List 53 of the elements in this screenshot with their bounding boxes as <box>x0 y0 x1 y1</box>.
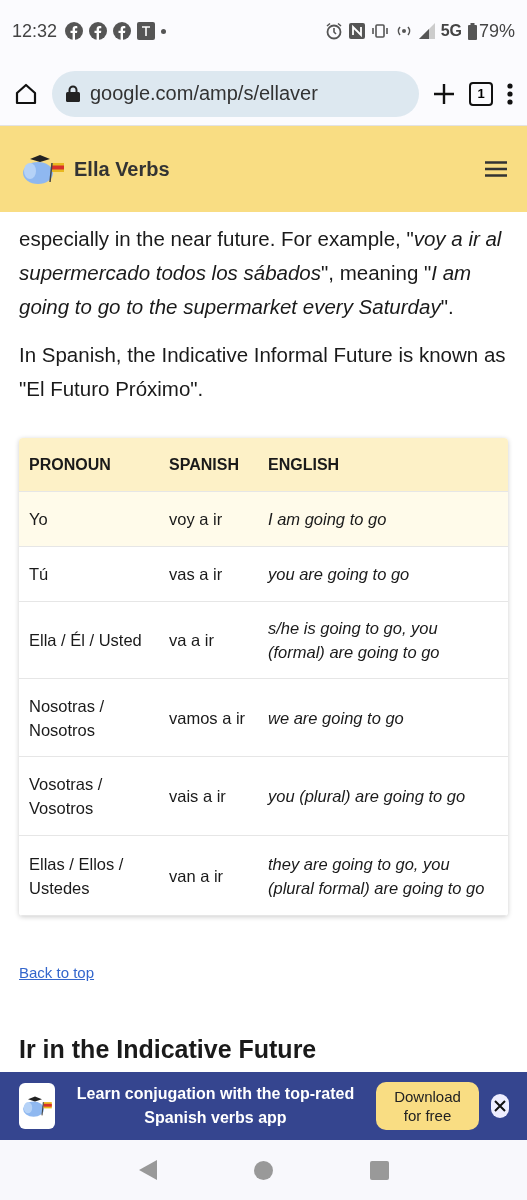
pronoun-cell-text: Nosotras / Nosotros <box>29 695 106 741</box>
english-cell-text: we are going to go <box>268 707 405 729</box>
status-time: 12:32 <box>12 20 58 42</box>
recents-nav-icon[interactable] <box>369 1160 389 1180</box>
spanish-cell-text: voy a ir <box>169 509 224 530</box>
battery-icon <box>467 22 477 40</box>
nfc-icon <box>348 23 365 39</box>
lock-icon <box>66 85 80 102</box>
pronoun-cell-text: Vosotras / Vosotros <box>29 774 104 819</box>
facebook-icon <box>89 22 108 40</box>
spanish-cell-text: van a ir <box>169 865 225 887</box>
spanish-cell-text: va a ir <box>169 630 215 651</box>
pronoun-cell-text: Ellas / Ellos / Ustedes <box>29 853 125 899</box>
home-nav-icon[interactable] <box>253 1160 273 1180</box>
pronoun-cell-text: Ella / Él / Usted <box>29 630 143 651</box>
section-heading: Ir in the Indicative Future <box>19 1034 318 1064</box>
dot-icon <box>161 28 167 34</box>
back-to-top-link[interactable]: Back to top <box>19 964 95 981</box>
close-button[interactable] <box>491 1094 509 1118</box>
battery-level: 79% <box>478 20 515 42</box>
close-icon <box>494 1100 506 1112</box>
spanish-cell-text: vais a ir <box>169 786 227 807</box>
paragraph: In Spanish, the Indicative Informal Future is known as "El Futuro Próximo". <box>19 342 507 402</box>
address-bar[interactable]: google.com/amp/s/ellaver <box>52 70 419 117</box>
column-header: ENGLISH <box>268 454 341 475</box>
app-icon[interactable] <box>19 1083 55 1129</box>
back-nav-icon[interactable] <box>138 1160 157 1180</box>
facebook-icon <box>113 22 132 40</box>
spanish-cell-text: vas a ir <box>169 564 224 585</box>
network-label: 5G <box>440 22 462 40</box>
home-icon[interactable] <box>14 81 38 106</box>
tab-switcher[interactable]: 1 <box>469 81 493 106</box>
english-cell-text: you (plural) are going to go <box>268 786 467 807</box>
menu-icon[interactable] <box>485 161 507 177</box>
english-cell-text: I am going to go <box>268 509 388 530</box>
app-notification-icon <box>137 22 156 40</box>
english-cell-text: s/he is going to go, you (formal) are going to go <box>268 618 441 663</box>
paragraph: especially in the near future. For example, "voy a ir al supermercado todos los sábados", meaning "I am going to go to the supermarket every Saturday". <box>19 226 503 320</box>
spanish-cell-text: vamos a ir <box>169 707 247 729</box>
facebook-icon <box>65 22 84 40</box>
column-header: SPANISH <box>169 454 240 475</box>
vibrate-icon <box>370 24 389 38</box>
column-header: PRONOUN <box>29 454 112 475</box>
pronoun-cell-text: Yo <box>29 509 49 530</box>
alarm-icon <box>324 22 343 40</box>
new-tab-icon[interactable] <box>433 82 455 105</box>
pronoun-cell-text: Tú <box>29 564 50 585</box>
english-cell-text: they are going to go, you (plural formal) are going to go <box>268 853 486 899</box>
menu-icon[interactable] <box>507 82 513 105</box>
banner-text: Learn conjugation with the top-rated Spanish verbs app <box>75 1084 356 1128</box>
english-cell-text: you are going to go <box>268 564 411 585</box>
signal-icon <box>418 23 435 39</box>
download-button[interactable]: Download for free <box>376 1082 479 1130</box>
